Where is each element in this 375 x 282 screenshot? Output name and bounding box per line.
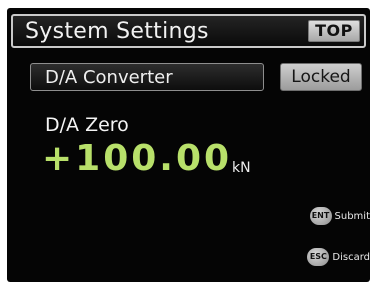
parameter-unit: kN	[232, 160, 251, 176]
parameter-value[interactable]: +100.00	[42, 138, 232, 179]
discard-label: Discard	[332, 251, 370, 263]
parameter-name: D/A Zero	[45, 114, 129, 136]
title-bar: System Settings TOP	[11, 14, 366, 48]
submit-label: Submit	[334, 210, 370, 222]
setting-item-selector[interactable]: D/A Converter	[30, 63, 264, 91]
esc-key-icon: ESC	[307, 248, 330, 266]
top-button[interactable]: TOP	[308, 20, 360, 42]
submit-key-hint[interactable]: ENT Submit	[309, 205, 370, 227]
discard-key-hint[interactable]: ESC Discard	[307, 246, 370, 268]
device-screen: System Settings TOP D/A Converter Locked…	[7, 8, 370, 282]
page-title: System Settings	[25, 19, 209, 44]
setting-item-label: D/A Converter	[45, 67, 173, 88]
locked-status-badge: Locked	[280, 63, 362, 91]
ent-key-icon: ENT	[309, 207, 332, 225]
